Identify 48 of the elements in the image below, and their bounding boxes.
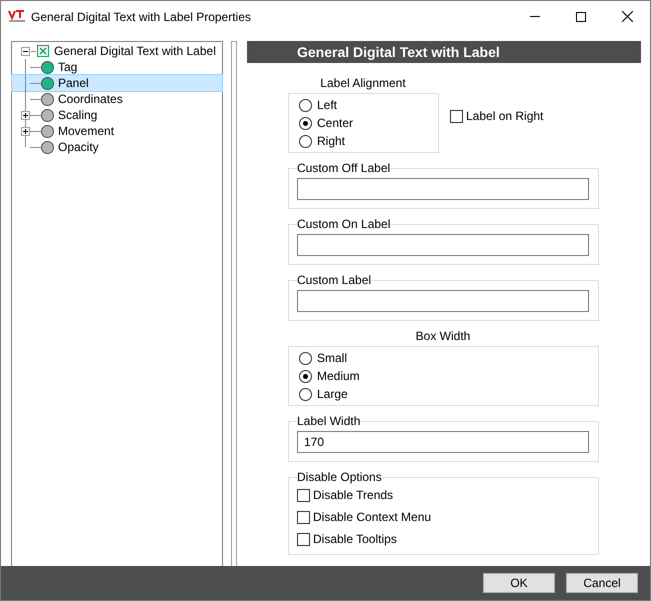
radio-button[interactable] [299, 352, 312, 364]
checkbox[interactable] [450, 110, 463, 122]
radio-label: Medium [317, 368, 360, 385]
text-field[interactable]: 170 [297, 431, 589, 453]
window-title: General Digital Text with Label Properties [31, 8, 251, 26]
tree-item[interactable]: Scaling [58, 106, 98, 124]
tree-item[interactable]: Opacity [58, 138, 99, 156]
group-title: Custom Off Label [297, 160, 390, 177]
expand-icon[interactable] [21, 111, 30, 120]
checkbox[interactable] [297, 532, 310, 546]
group-title: Label Width [297, 413, 360, 430]
checkbox-label: Disable Tooltips [313, 531, 397, 548]
text-field[interactable] [297, 234, 589, 256]
text-field[interactable] [297, 290, 589, 312]
dialog-button[interactable]: Cancel [566, 573, 638, 593]
panel-header: General Digital Text with Label [247, 41, 641, 63]
tree-item[interactable]: Coordinates [58, 90, 123, 108]
text-field[interactable] [297, 178, 589, 200]
checkbox-label: Label on Right [466, 108, 544, 125]
tree-item[interactable]: General Digital Text with Label [54, 42, 216, 60]
radio-button[interactable] [299, 370, 312, 382]
radio-button[interactable] [299, 388, 312, 400]
checkbox-label: Disable Context Menu [313, 509, 432, 526]
logo-icon [8, 10, 26, 24]
expand-icon[interactable] [21, 127, 30, 136]
collapse-icon[interactable] [21, 46, 30, 56]
dialog-button[interactable]: OK [483, 573, 555, 593]
component-icon [37, 45, 49, 57]
radio-button[interactable] [299, 134, 312, 148]
tree-item[interactable]: Tag [58, 58, 78, 76]
radio-label: Center [317, 115, 354, 132]
group-title: Label Alignment [319, 75, 407, 92]
group-title: Box Width [414, 328, 472, 345]
radio-label: Left [317, 97, 338, 114]
group-title: Disable Options [297, 469, 382, 486]
radio-label: Right [317, 133, 346, 150]
group-title: Custom On Label [297, 216, 390, 233]
checkbox[interactable] [297, 510, 310, 524]
tree-item[interactable]: Panel [58, 74, 89, 92]
radio-button[interactable] [299, 116, 312, 130]
radio-label: Large [317, 386, 348, 403]
checkbox[interactable] [297, 488, 310, 502]
splitter[interactable] [231, 41, 237, 567]
group-title: Custom Label [297, 272, 372, 289]
tree-item[interactable]: Movement [58, 122, 114, 140]
radio-button[interactable] [299, 98, 312, 112]
checkbox-label: Disable Trends [313, 487, 394, 504]
radio-label: Small [317, 350, 348, 367]
